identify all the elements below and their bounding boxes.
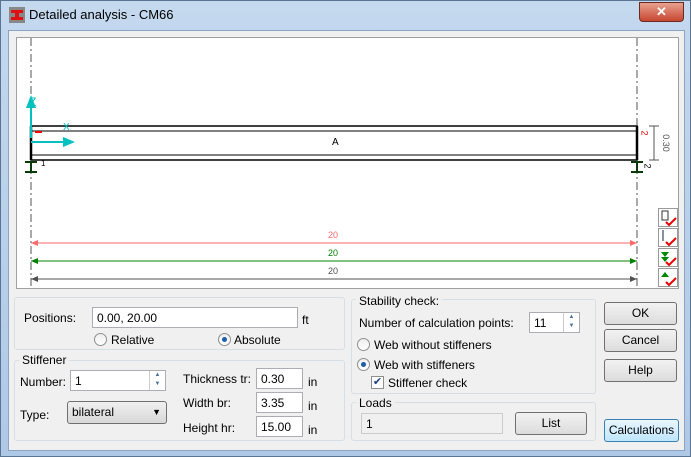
drawing-toolbar [658, 208, 678, 291]
absolute-label: Absolute [234, 333, 281, 347]
cancel-button[interactable]: Cancel [604, 329, 677, 352]
list-button[interactable]: List [515, 412, 587, 435]
loads-title: Loads [356, 396, 395, 410]
support-right-icon [631, 161, 643, 173]
points-spin-buttons[interactable]: ▲ ▼ [563, 313, 579, 332]
load-up-icon [658, 268, 678, 287]
web-without-stiffeners-label: Web without stiffeners [374, 338, 492, 352]
absolute-radio[interactable] [218, 333, 231, 346]
node-start-label: 1 [41, 159, 46, 168]
points-label: Number of calculation points: [359, 316, 514, 330]
type-select[interactable]: bilateral ▼ [67, 401, 167, 424]
load-down-icon [658, 248, 678, 267]
dialog-window: Detailed analysis - CM66 ✕ Z X A 1 2 2 0… [0, 0, 691, 457]
ok-button[interactable]: OK [604, 302, 677, 325]
stiffener-check-checkbox[interactable]: ✔ [371, 376, 384, 389]
close-button[interactable]: ✕ [639, 2, 684, 22]
thickness-input[interactable]: 0.30 [256, 368, 303, 389]
chevron-down-icon: ▼ [152, 407, 161, 417]
thickness-label: Thickness tr: [183, 372, 252, 386]
force-view-icon [658, 228, 678, 247]
type-label: Type: [20, 408, 50, 422]
x-axis-arrow [31, 137, 75, 147]
web-without-stiffeners-radio[interactable] [357, 338, 370, 351]
stiffener-view-icon [658, 208, 678, 227]
window-title: Detailed analysis - CM66 [29, 7, 174, 22]
height-unit: in [308, 423, 318, 437]
height-label: Height hr: [183, 421, 236, 435]
calculations-button[interactable]: Calculations [604, 419, 679, 442]
positions-unit: ft [302, 313, 309, 327]
dimension-green: 20 [328, 248, 339, 258]
relative-label: Relative [111, 333, 155, 347]
relative-radio[interactable] [94, 333, 107, 346]
dimension-red: 20 [328, 230, 339, 240]
dimension-gray: 20 [328, 266, 339, 276]
number-label: Number: [20, 375, 67, 389]
node-end-label: 2 [642, 163, 653, 169]
help-button[interactable]: Help [604, 359, 677, 382]
support-left-icon [25, 161, 37, 173]
beam-drawing-svg [25, 38, 659, 288]
positions-label: Positions: [24, 311, 77, 325]
z-axis-label: Z [29, 95, 37, 109]
web-with-stiffeners-label: Web with stiffeners [374, 358, 475, 372]
positions-input[interactable]: 0.00, 20.00 [92, 307, 298, 328]
width-unit: in [308, 399, 318, 413]
app-beam-icon [9, 7, 25, 23]
height-dimension: 0.30 [660, 134, 671, 152]
height-input[interactable]: 15.00 [256, 416, 303, 437]
dialog-body: Z X A 1 2 2 0.30 20 20 20 Positions: 0.0… [8, 30, 685, 451]
loads-field: 1 [361, 413, 503, 434]
thickness-unit: in [308, 375, 318, 389]
beam-label: A [332, 137, 339, 148]
stability-title: Stability check: [356, 294, 443, 308]
end-label: 2 [639, 130, 650, 136]
number-spin-buttons[interactable]: ▲ ▼ [149, 371, 165, 390]
beam-drawing[interactable]: Z X A 1 2 2 0.30 20 20 20 [16, 37, 679, 289]
x-axis-label: X [63, 122, 70, 133]
width-input[interactable]: 3.35 [256, 392, 303, 413]
stiffener-check-label: Stiffener check [388, 376, 468, 390]
type-value: bilateral [72, 405, 115, 419]
width-label: Width br: [183, 396, 232, 410]
stiffener-title: Stiffener [19, 353, 70, 367]
web-with-stiffeners-radio[interactable] [357, 358, 370, 371]
